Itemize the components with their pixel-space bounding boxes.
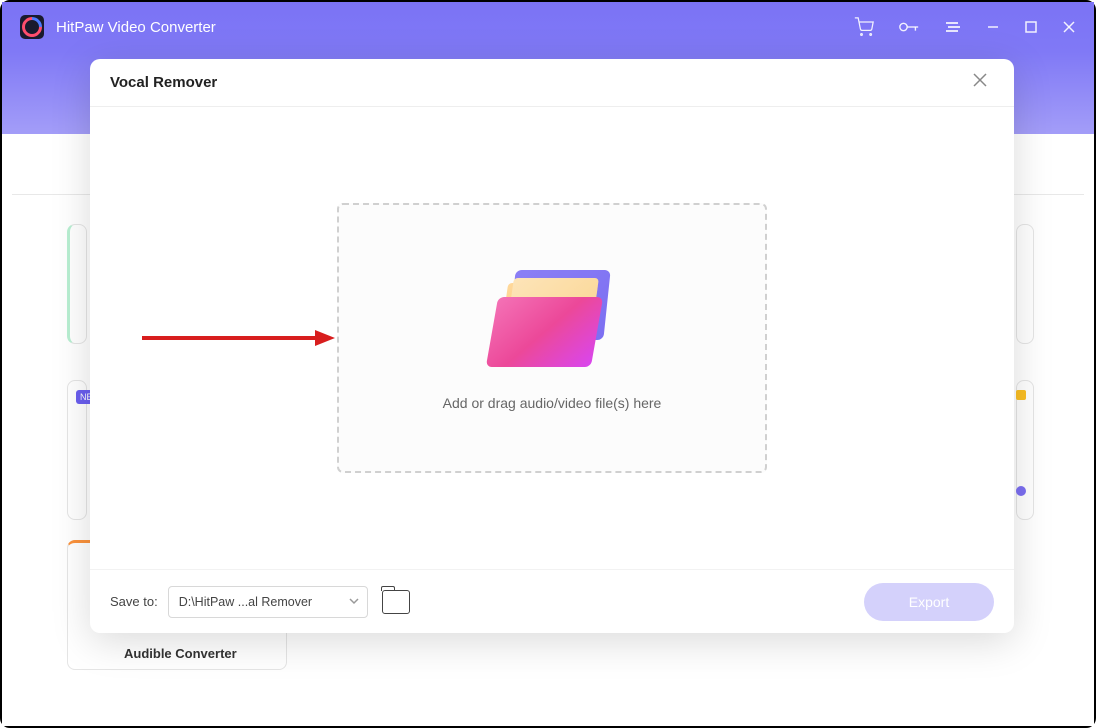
export-button[interactable]: Export bbox=[864, 583, 994, 621]
bg-card bbox=[67, 224, 87, 344]
drop-zone-label: Add or drag audio/video file(s) here bbox=[443, 395, 662, 411]
save-path-dropdown[interactable]: D:\HitPaw ...al Remover bbox=[168, 586, 368, 618]
file-drop-zone[interactable]: Add or drag audio/video file(s) here bbox=[337, 203, 767, 473]
modal-footer: Save to: D:\HitPaw ...al Remover Export bbox=[90, 569, 1014, 633]
audible-converter-label: Audible Converter bbox=[124, 646, 237, 661]
titlebar: HitPaw Video Converter bbox=[2, 2, 1094, 52]
key-icon[interactable] bbox=[898, 18, 920, 36]
chevron-down-icon bbox=[349, 595, 359, 609]
close-window-button[interactable] bbox=[1062, 20, 1076, 34]
folder-icon bbox=[492, 265, 612, 365]
open-folder-button[interactable] bbox=[382, 590, 410, 614]
modal-title: Vocal Remover bbox=[110, 74, 966, 91]
cart-icon[interactable] bbox=[854, 17, 874, 37]
bg-accent bbox=[1016, 486, 1026, 496]
modal-body: Add or drag audio/video file(s) here bbox=[90, 107, 1014, 569]
menu-icon[interactable] bbox=[944, 18, 962, 36]
app-title: HitPaw Video Converter bbox=[56, 19, 854, 36]
save-to-label: Save to: bbox=[110, 594, 158, 609]
titlebar-controls bbox=[854, 17, 1076, 37]
minimize-button[interactable] bbox=[986, 20, 1000, 34]
save-path-value: D:\HitPaw ...al Remover bbox=[179, 595, 312, 609]
maximize-button[interactable] bbox=[1024, 20, 1038, 34]
modal-close-button[interactable] bbox=[966, 66, 994, 99]
app-logo-icon bbox=[20, 15, 44, 39]
bg-card bbox=[1016, 380, 1034, 520]
vocal-remover-modal: Vocal Remover Add or drag audio/video fi… bbox=[90, 59, 1014, 633]
bg-card bbox=[1016, 224, 1034, 344]
modal-header: Vocal Remover bbox=[90, 59, 1014, 107]
bg-accent bbox=[1016, 390, 1026, 400]
